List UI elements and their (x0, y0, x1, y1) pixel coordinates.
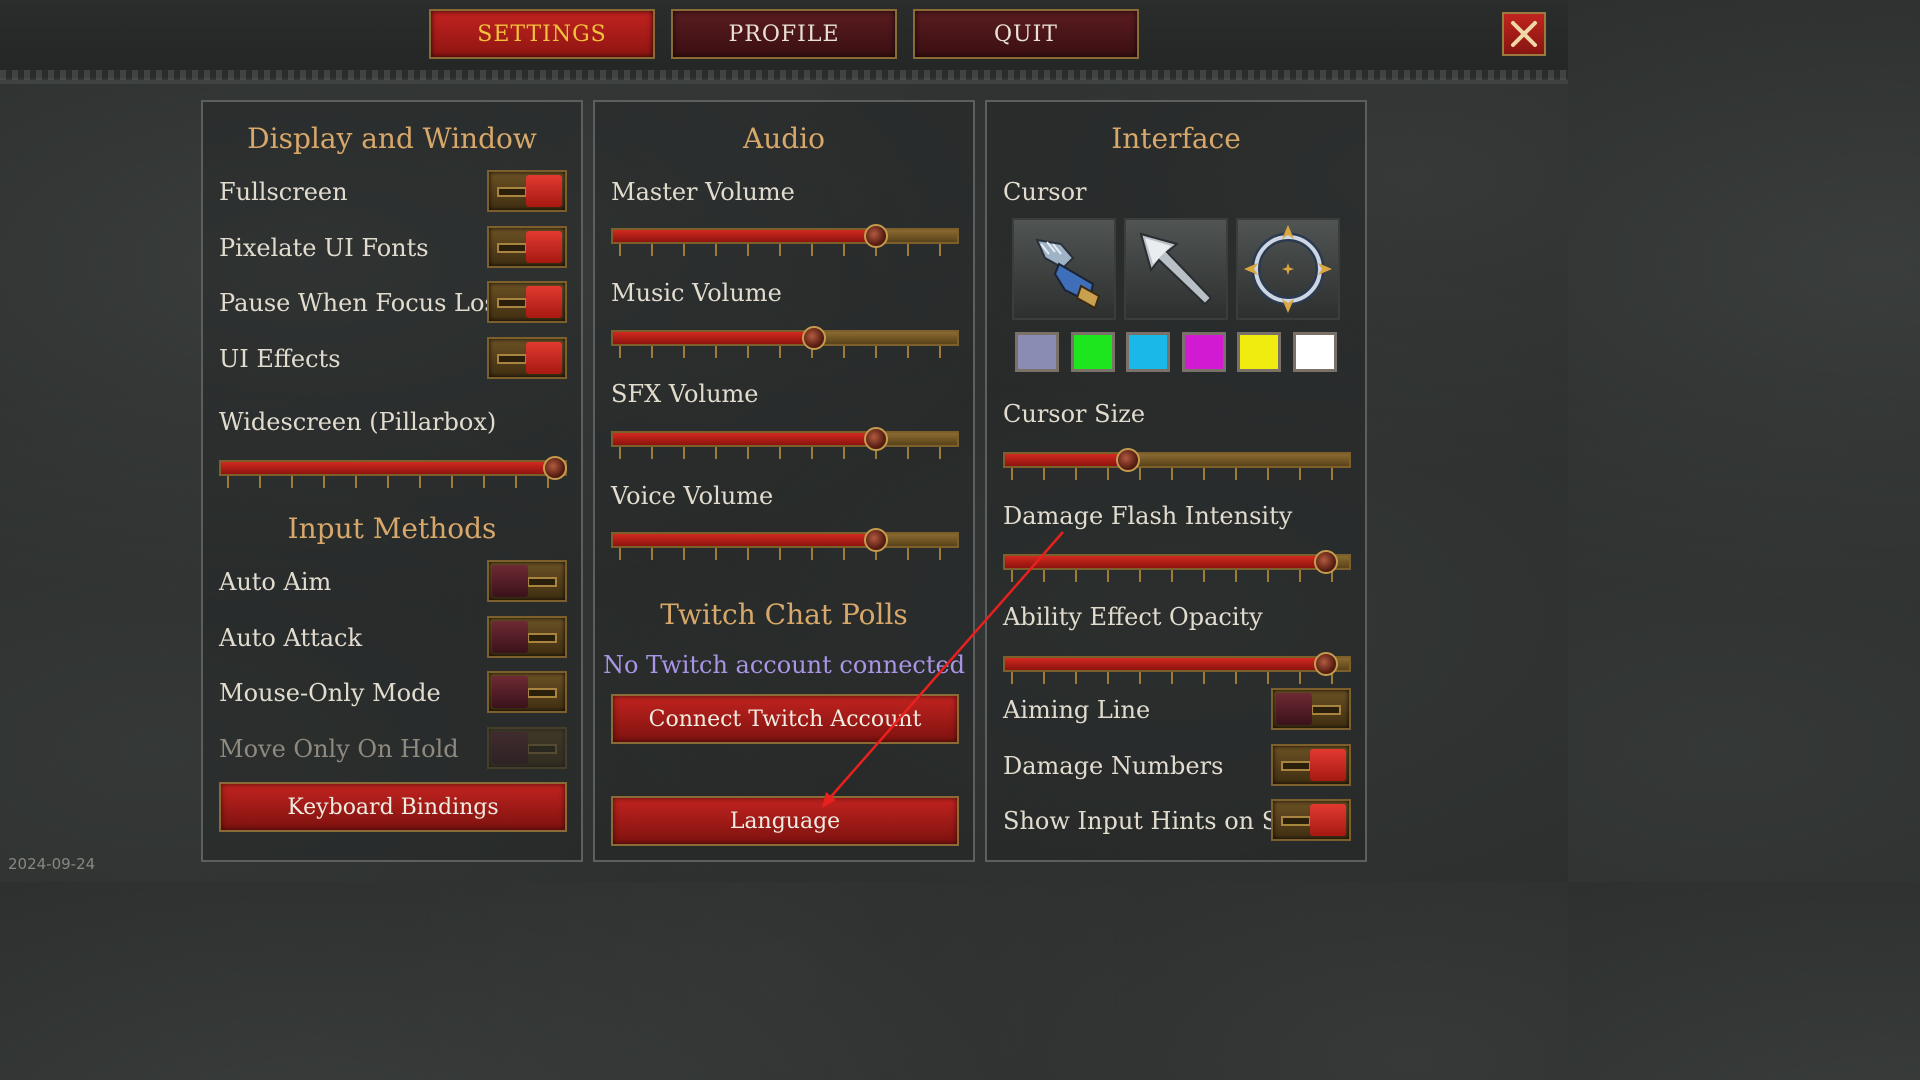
music-volume-thumb[interactable] (802, 326, 827, 350)
aiming-line-label: Aiming Line (1003, 696, 1151, 724)
cursor-crosshair-option[interactable] (1236, 218, 1340, 320)
mouse-only-label: Mouse-Only Mode (219, 679, 441, 707)
cursor-label: Cursor (1003, 178, 1087, 206)
auto-aim-toggle[interactable] (487, 560, 567, 602)
mouse-only-toggle[interactable] (487, 671, 567, 713)
keyboard-bindings-button[interactable]: Keyboard Bindings (219, 782, 567, 832)
sfx-volume-thumb[interactable] (863, 427, 888, 451)
gauntlet-icon (1035, 238, 1101, 310)
close-icon (1511, 21, 1537, 47)
interface-title: Interface (1111, 122, 1241, 155)
damage-flash-thumb[interactable] (1314, 550, 1339, 574)
music-volume-label: Music Volume (611, 279, 782, 307)
close-button[interactable] (1502, 12, 1546, 56)
cursor-color-swatch[interactable] (1182, 332, 1226, 372)
pause-label: Pause When Focus Lost (219, 289, 507, 317)
aiming-line-toggle[interactable] (1271, 688, 1351, 730)
music-volume-slider[interactable] (611, 324, 959, 360)
fullscreen-toggle[interactable] (487, 170, 567, 212)
fullscreen-label: Fullscreen (219, 178, 348, 206)
input-hints-toggle[interactable] (1271, 799, 1351, 841)
settings-tab[interactable]: SETTINGS (429, 9, 655, 59)
damage-flash-slider[interactable] (1003, 548, 1351, 584)
master-volume-thumb[interactable] (863, 224, 888, 248)
widescreen-label: Widescreen (Pillarbox) (219, 408, 497, 436)
twitch-status: No Twitch account connected (602, 651, 966, 679)
move-hold-toggle (487, 727, 567, 769)
auto-attack-label: Auto Attack (219, 624, 363, 652)
auto-aim-label: Auto Aim (219, 568, 332, 596)
cursor-arrow-option[interactable] (1124, 218, 1228, 320)
damage-numbers-toggle[interactable] (1271, 744, 1351, 786)
cursor-gauntlet-option[interactable] (1012, 218, 1116, 320)
display-title: Display and Window (247, 122, 537, 155)
move-hold-label: Move Only On Hold (219, 735, 459, 763)
arrow-cursor-icon (1139, 232, 1213, 306)
master-volume-slider[interactable] (611, 222, 959, 258)
ability-opacity-label: Ability Effect Opacity (1003, 603, 1263, 631)
pause-toggle[interactable] (487, 281, 567, 323)
audio-title: Audio (743, 122, 825, 155)
crosshair-icon (1244, 225, 1332, 313)
damage-numbers-label: Damage Numbers (1003, 752, 1224, 780)
pixelate-toggle[interactable] (487, 226, 567, 268)
ability-opacity-slider[interactable] (1003, 650, 1351, 686)
cursor-size-label: Cursor Size (1003, 400, 1146, 428)
cursor-color-swatch[interactable] (1071, 332, 1115, 372)
twitch-title: Twitch Chat Polls (660, 598, 908, 631)
sfx-volume-label: SFX Volume (611, 380, 759, 408)
ui-effects-label: UI Effects (219, 345, 341, 373)
cursor-color-swatch[interactable] (1293, 332, 1337, 372)
quit-tab[interactable]: QUIT (913, 9, 1139, 59)
display-panel: Display and Window Fullscreen Pixelate U… (201, 100, 583, 862)
input-title: Input Methods (287, 512, 497, 545)
voice-volume-slider[interactable] (611, 526, 959, 562)
widescreen-slider[interactable] (219, 454, 567, 490)
master-volume-label: Master Volume (611, 178, 795, 206)
connect-twitch-button[interactable]: Connect Twitch Account (611, 694, 959, 744)
date-stamp: 2024-09-24 (8, 855, 96, 873)
cursor-color-swatch[interactable] (1237, 332, 1281, 372)
cursor-size-slider[interactable] (1003, 446, 1351, 482)
ability-opacity-thumb[interactable] (1314, 652, 1339, 676)
cursor-color-swatch[interactable] (1126, 332, 1170, 372)
ui-effects-toggle[interactable] (487, 337, 567, 379)
pixelate-label: Pixelate UI Fonts (219, 234, 429, 262)
audio-panel: Audio Master Volume Music Volume SFX Vol… (593, 100, 975, 862)
damage-flash-label: Damage Flash Intensity (1003, 502, 1293, 530)
widescreen-slider-thumb[interactable] (543, 456, 567, 480)
interface-panel: Interface Cursor Cursor Size Damage Flas… (985, 100, 1367, 862)
voice-volume-thumb[interactable] (863, 528, 888, 552)
cursor-color-swatch[interactable] (1015, 332, 1059, 372)
language-button[interactable]: Language (611, 796, 959, 846)
auto-attack-toggle[interactable] (487, 616, 567, 658)
sfx-volume-slider[interactable] (611, 425, 959, 461)
profile-tab[interactable]: PROFILE (671, 9, 897, 59)
voice-volume-label: Voice Volume (611, 482, 774, 510)
